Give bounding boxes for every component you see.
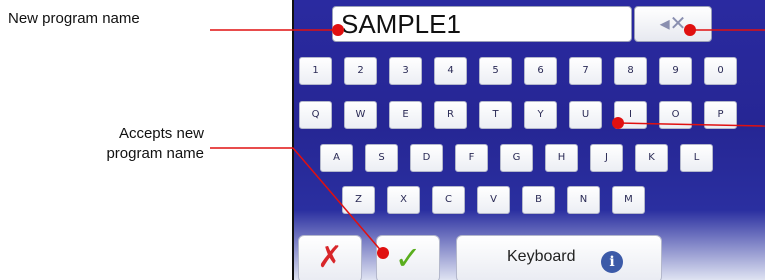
key-b[interactable]: B: [522, 186, 555, 214]
key-y[interactable]: Y: [524, 101, 557, 129]
checkmark-icon: ✓: [394, 239, 422, 277]
key-2[interactable]: 2: [344, 57, 377, 85]
keyboard-screen: SAMPLE1 ◂✕ 1234567890 QWERTYUIOP ASDFGHJ…: [292, 0, 765, 280]
key-h[interactable]: H: [545, 144, 578, 172]
key-m[interactable]: M: [612, 186, 645, 214]
key-u[interactable]: U: [569, 101, 602, 129]
key-0[interactable]: 0: [704, 57, 737, 85]
key-g[interactable]: G: [500, 144, 533, 172]
key-q[interactable]: Q: [299, 101, 332, 129]
key-p[interactable]: P: [704, 101, 737, 129]
key-j[interactable]: J: [590, 144, 623, 172]
key-c[interactable]: C: [432, 186, 465, 214]
key-w[interactable]: W: [344, 101, 377, 129]
key-9[interactable]: 9: [659, 57, 692, 85]
key-row-qwerty: QWERTYUIOP: [294, 101, 765, 129]
program-name-field[interactable]: SAMPLE1: [332, 6, 632, 42]
key-row-zxcv: ZXCVBNM: [294, 186, 765, 214]
key-5[interactable]: 5: [479, 57, 512, 85]
key-r[interactable]: R: [434, 101, 467, 129]
key-i[interactable]: I: [614, 101, 647, 129]
key-6[interactable]: 6: [524, 57, 557, 85]
cancel-button[interactable]: ✗: [298, 235, 362, 280]
accept-button[interactable]: ✓: [376, 235, 440, 280]
keyboard-button[interactable]: Keyboard i: [456, 235, 662, 280]
key-a[interactable]: A: [320, 144, 353, 172]
info-icon: i: [601, 251, 623, 273]
key-row-asdf: ASDFGHJKL: [294, 144, 765, 172]
callout-accepts-new-name: Accepts new program name: [106, 125, 204, 162]
key-f[interactable]: F: [455, 144, 488, 172]
key-4[interactable]: 4: [434, 57, 467, 85]
key-k[interactable]: K: [635, 144, 668, 172]
backspace-icon: ◂✕: [659, 13, 687, 35]
key-3[interactable]: 3: [389, 57, 422, 85]
key-v[interactable]: V: [477, 186, 510, 214]
callout-new-program-name: New program name: [8, 10, 140, 27]
key-1[interactable]: 1: [299, 57, 332, 85]
key-l[interactable]: L: [680, 144, 713, 172]
key-row-numbers: 1234567890: [294, 57, 765, 85]
key-s[interactable]: S: [365, 144, 398, 172]
key-e[interactable]: E: [389, 101, 422, 129]
keyboard-label: Keyboard: [507, 248, 576, 265]
key-d[interactable]: D: [410, 144, 443, 172]
key-x[interactable]: X: [387, 186, 420, 214]
key-z[interactable]: Z: [342, 186, 375, 214]
key-t[interactable]: T: [479, 101, 512, 129]
key-n[interactable]: N: [567, 186, 600, 214]
cancel-icon: ✗: [317, 240, 343, 275]
key-8[interactable]: 8: [614, 57, 647, 85]
key-7[interactable]: 7: [569, 57, 602, 85]
backspace-button[interactable]: ◂✕: [634, 6, 712, 42]
key-o[interactable]: O: [659, 101, 692, 129]
